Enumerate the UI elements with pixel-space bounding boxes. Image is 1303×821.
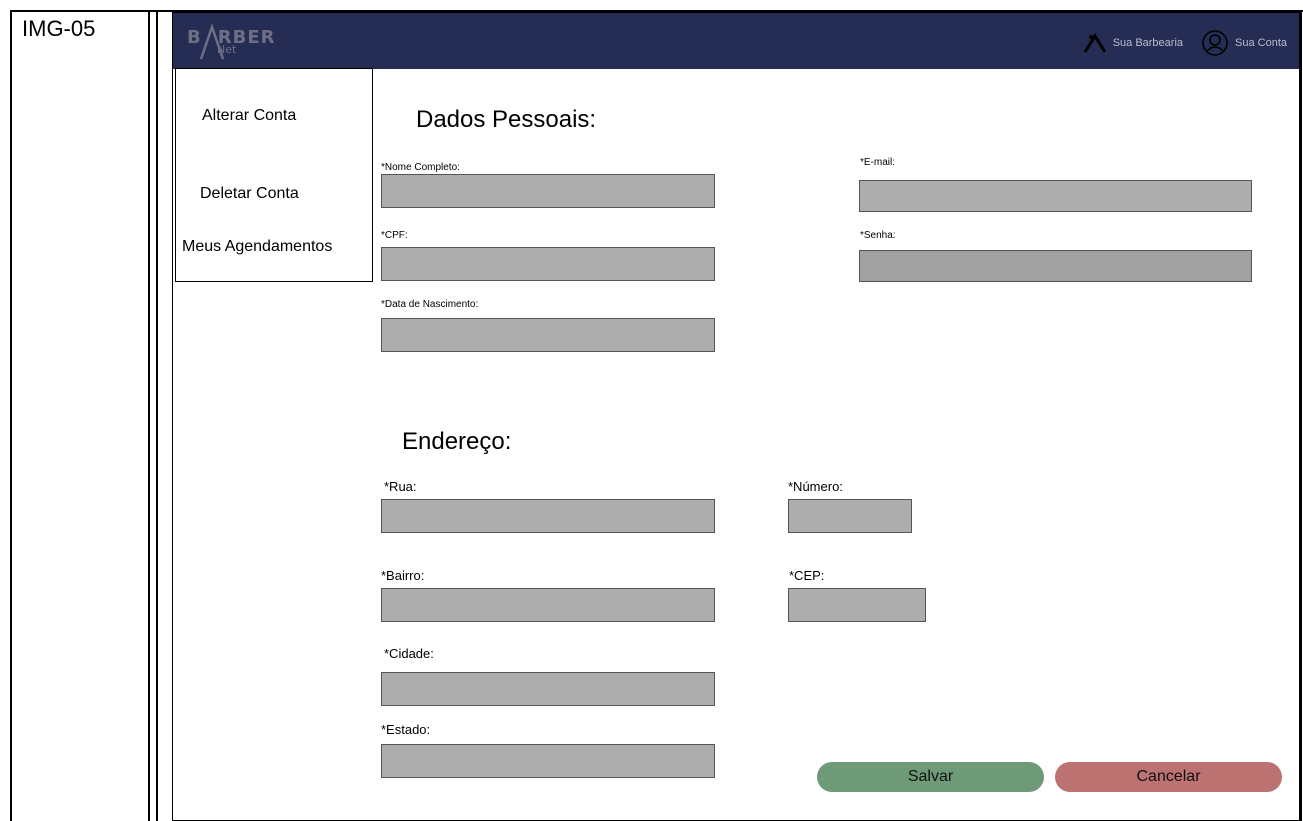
cidade-label: *Cidade: (384, 646, 434, 661)
sidebar-item-alterar-conta[interactable]: Alterar Conta (202, 107, 296, 125)
sua-conta-link[interactable]: Sua Conta (1201, 29, 1287, 57)
bairro-label: *Bairro: (381, 568, 425, 583)
rua-label: *Rua: (384, 479, 417, 494)
account-sidebar-menu: Alterar Conta Deletar Conta Meus Agendam… (175, 68, 373, 282)
bairro-input[interactable] (381, 588, 715, 622)
save-button[interactable]: Salvar (817, 762, 1044, 792)
nome-label: *Nome Completo: (381, 162, 460, 173)
dados-pessoais-title: Dados Pessoais: (416, 106, 597, 133)
user-icon (1202, 30, 1228, 56)
rua-input[interactable] (381, 499, 715, 533)
data-nascimento-input[interactable] (381, 318, 715, 352)
sua-barbearia-link[interactable]: Sua Barbearia (1083, 32, 1183, 54)
scissors-logo-icon (199, 23, 225, 60)
table-divider-1 (148, 10, 150, 821)
app-logo[interactable]: B RBER Net (187, 23, 275, 60)
sua-conta-label: Sua Conta (1235, 37, 1287, 49)
estado-label: *Estado: (381, 722, 431, 737)
table-right-border (1300, 10, 1302, 821)
cpf-input[interactable] (381, 247, 715, 281)
cancel-button[interactable]: Cancelar (1055, 762, 1282, 792)
data-nascimento-label: *Data de Nascimento: (381, 299, 479, 310)
nome-completo-input[interactable] (381, 174, 715, 208)
numero-input[interactable] (788, 499, 912, 533)
senha-input[interactable] (859, 250, 1252, 282)
top-navbar: B RBER Net Sua Barbearia Sua Conta (173, 13, 1299, 69)
cidade-input[interactable] (381, 672, 715, 706)
email-label: *E-mail: (860, 157, 896, 168)
cpf-label: *CPF: (381, 230, 408, 241)
table-divider-2 (156, 10, 158, 821)
table-left-border (10, 10, 12, 821)
numero-label: *Número: (788, 479, 843, 494)
estado-input[interactable] (381, 744, 715, 778)
senha-label: *Senha: (860, 230, 896, 241)
app-mockup: B RBER Net Sua Barbearia Sua Conta Alter… (172, 12, 1300, 821)
sidebar-item-meus-agendamentos[interactable]: Meus Agendamentos (182, 238, 332, 256)
cep-input[interactable] (788, 588, 926, 622)
email-input[interactable] (859, 180, 1252, 212)
header-actions: Sua Barbearia Sua Conta (1083, 29, 1287, 57)
cep-label: *CEP: (789, 568, 825, 583)
image-label: IMG-05 (22, 16, 96, 41)
sidebar-item-deletar-conta[interactable]: Deletar Conta (200, 185, 299, 203)
sua-barbearia-label: Sua Barbearia (1112, 37, 1184, 49)
endereco-title: Endereço: (402, 428, 512, 455)
razor-icon (1083, 33, 1106, 53)
